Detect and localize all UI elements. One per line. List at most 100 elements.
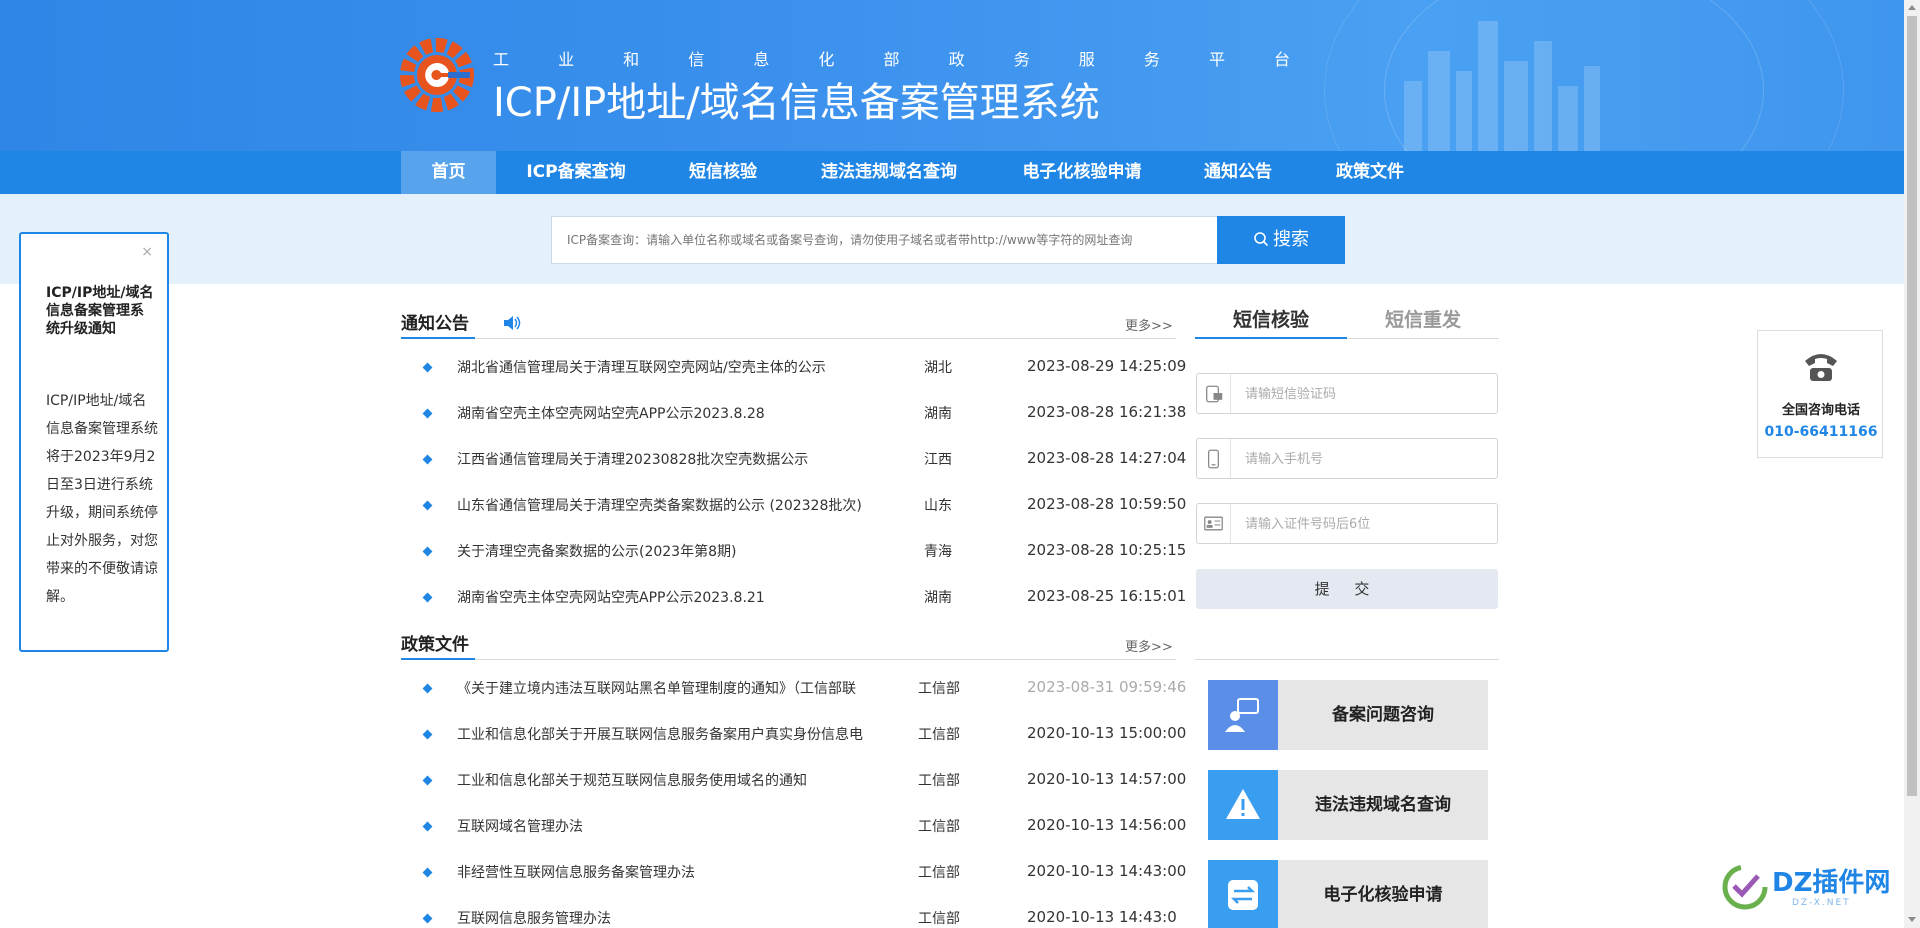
bullet-icon xyxy=(422,592,433,603)
main-nav: 首页 ICP备案查询 短信核验 违法违规域名查询 电子化核验申请 通知公告 政策… xyxy=(0,151,1904,194)
tab-sms-verify[interactable]: 短信核验 xyxy=(1195,305,1347,340)
site-header: 工 业 和 信 息 化 部 政 务 服 务 平 台 ICP/IP地址/域名信息备… xyxy=(0,0,1904,151)
bullet-icon xyxy=(422,683,433,694)
notice-title-link[interactable]: 湖南省空壳主体空壳网站空壳APP公示2023.8.21 xyxy=(457,587,867,607)
notice-date: 2023-08-28 10:59:50 xyxy=(1027,495,1187,513)
policy-source: 工信部 xyxy=(918,727,960,743)
bullet-icon xyxy=(422,362,433,373)
bullet-icon xyxy=(422,775,433,786)
notice-region: 湖南 xyxy=(924,590,952,606)
id-card-icon xyxy=(1204,504,1231,543)
policy-row: 非经营性互联网信息服务备案管理办法 工信部 2020-10-13 14:43:0… xyxy=(401,859,1186,905)
filing-consult-button[interactable]: 备案问题咨询 xyxy=(1208,680,1488,750)
nav-item-e-verify[interactable]: 电子化核验申请 xyxy=(1000,151,1164,194)
scrollbar-thumb[interactable] xyxy=(1907,16,1917,796)
nav-item-home[interactable]: 首页 xyxy=(401,151,496,194)
divider xyxy=(401,338,1176,339)
sms-code-field xyxy=(1196,373,1498,414)
phone-field xyxy=(1196,438,1498,479)
nav-item-illegal-domain[interactable]: 违法违规域名查询 xyxy=(800,151,978,194)
notices-underline xyxy=(401,337,475,339)
notice-row: 湖南省空壳主体空壳网站空壳APP公示2023.8.21 湖南 2023-08-2… xyxy=(401,584,1186,630)
notice-title-link[interactable]: 关于清理空壳备案数据的公示(2023年第8期) xyxy=(457,541,867,561)
tab-sms-resend[interactable]: 短信重发 xyxy=(1347,305,1499,340)
policy-title-link[interactable]: 非经营性互联网信息服务备案管理办法 xyxy=(457,862,877,882)
bullet-icon xyxy=(422,867,433,878)
consult-icon xyxy=(1208,680,1278,750)
policy-row: 工业和信息化部关于规范互联网信息服务使用域名的通知 工信部 2020-10-13… xyxy=(401,767,1186,813)
notice-title-link[interactable]: 湖北省通信管理局关于清理互联网空壳网站/空壳主体的公示 xyxy=(457,357,867,377)
popup-title: ICP/IP地址/域名信息备案管理系统升级通知 xyxy=(46,285,154,337)
nav-item-notices[interactable]: 通知公告 xyxy=(1188,151,1288,194)
policy-date: 2023-08-31 09:59:46 xyxy=(1027,678,1187,696)
dz-watermark: DZ插件网 DZ-X.NET xyxy=(1716,858,1906,918)
id-number-input[interactable] xyxy=(1243,513,1483,535)
policy-title-link[interactable]: 互联网信息服务管理办法 xyxy=(457,908,877,928)
hotline-number: 010-66411166 xyxy=(1764,424,1878,440)
speaker-icon xyxy=(504,316,521,330)
search-button[interactable]: 搜索 xyxy=(1217,216,1345,264)
sms-code-icon xyxy=(1206,374,1231,413)
policies-title: 政策文件 xyxy=(401,635,469,655)
notice-region: 湖南 xyxy=(924,406,952,422)
notice-title-link[interactable]: 江西省通信管理局关于清理20230828批次空壳数据公示 xyxy=(457,449,867,469)
bullet-icon xyxy=(422,821,433,832)
policy-source: 工信部 xyxy=(918,681,960,697)
e-verify-apply-button[interactable]: 电子化核验申请 xyxy=(1208,860,1488,928)
upgrade-notice-popup: × ICP/IP地址/域名信息备案管理系统升级通知 ICP/IP地址/域名信息备… xyxy=(19,232,169,652)
scroll-down-arrow-icon[interactable] xyxy=(1908,917,1916,922)
notice-row: 湖北省通信管理局关于清理互联网空壳网站/空壳主体的公示 湖北 2023-08-2… xyxy=(401,354,1186,400)
notice-date: 2023-08-28 14:27:04 xyxy=(1027,449,1187,467)
page-scrollbar[interactable] xyxy=(1904,0,1920,928)
policy-row: 互联网域名管理办法 工信部 2020-10-13 14:56:00 xyxy=(401,813,1186,859)
sms-code-input[interactable] xyxy=(1243,383,1483,405)
policy-title-link[interactable]: 《关于建立境内违法互联网站黑名单管理制度的通知》（工信部联 xyxy=(457,678,877,698)
policy-title-link[interactable]: 工业和信息化部关于开展互联网信息服务备案用户真实身份信息电 xyxy=(457,724,877,744)
bullet-icon xyxy=(422,500,433,511)
tab-underline xyxy=(1195,337,1347,339)
mobile-icon xyxy=(1208,439,1231,478)
policy-title-link[interactable]: 工业和信息化部关于规范互联网信息服务使用域名的通知 xyxy=(457,770,877,790)
bullet-icon xyxy=(422,913,433,924)
notice-date: 2023-08-25 16:15:01 xyxy=(1027,587,1187,605)
search-icon xyxy=(1254,232,1269,247)
nav-item-icp-query[interactable]: ICP备案查询 xyxy=(504,151,648,194)
miit-logo xyxy=(400,38,474,112)
bullet-icon xyxy=(422,454,433,465)
scroll-up-arrow-icon[interactable] xyxy=(1908,5,1916,10)
icp-search-input[interactable] xyxy=(551,216,1219,264)
nav-item-policies[interactable]: 政策文件 xyxy=(1320,151,1420,194)
warning-icon xyxy=(1208,770,1278,840)
search-band: 搜索 xyxy=(0,194,1904,284)
policies-more-link[interactable]: 更多>> xyxy=(1125,636,1173,655)
policy-row: 《关于建立境内违法互联网站黑名单管理制度的通知》（工信部联 工信部 2023-0… xyxy=(401,675,1186,721)
policy-row: 互联网信息服务管理办法 工信部 2020-10-13 14:43:00 xyxy=(401,905,1176,928)
notice-date: 2023-08-28 10:25:15 xyxy=(1027,541,1187,559)
header-subtitle: 工 业 和 信 息 化 部 政 务 服 务 平 台 xyxy=(493,50,1313,69)
policy-title-link[interactable]: 互联网域名管理办法 xyxy=(457,816,877,836)
id-number-field xyxy=(1196,503,1498,544)
notice-row: 江西省通信管理局关于清理20230828批次空壳数据公示 江西 2023-08-… xyxy=(401,446,1186,492)
illegal-domain-query-button[interactable]: 违法违规域名查询 xyxy=(1208,770,1488,840)
notice-title-link[interactable]: 山东省通信管理局关于清理空壳类备案数据的公示 (202328批次) xyxy=(457,495,867,515)
watermark-logo-icon xyxy=(1722,864,1768,910)
divider xyxy=(1195,659,1499,660)
city-skyline-decoration xyxy=(1404,21,1600,151)
exchange-icon xyxy=(1208,860,1278,928)
policy-source: 工信部 xyxy=(918,773,960,789)
bullet-icon xyxy=(422,408,433,419)
notice-date: 2023-08-28 16:21:38 xyxy=(1027,403,1187,421)
popup-close-icon[interactable]: × xyxy=(141,244,153,260)
nav-item-sms-verify[interactable]: 短信核验 xyxy=(668,151,778,194)
submit-button[interactable]: 提 交 xyxy=(1196,569,1498,609)
notice-title-link[interactable]: 湖南省空壳主体空壳网站空壳APP公示2023.8.28 xyxy=(457,403,867,423)
search-button-label: 搜索 xyxy=(1273,229,1309,250)
notice-region: 江西 xyxy=(924,452,952,468)
phone-input[interactable] xyxy=(1243,448,1483,470)
notice-region: 山东 xyxy=(924,498,952,514)
notice-row: 关于清理空壳备案数据的公示(2023年第8期) 青海 2023-08-28 10… xyxy=(401,538,1186,584)
notices-more-link[interactable]: 更多>> xyxy=(1125,315,1173,334)
notice-region: 湖北 xyxy=(924,360,952,376)
notice-row: 湖南省空壳主体空壳网站空壳APP公示2023.8.28 湖南 2023-08-2… xyxy=(401,400,1186,446)
policies-underline xyxy=(401,658,475,660)
